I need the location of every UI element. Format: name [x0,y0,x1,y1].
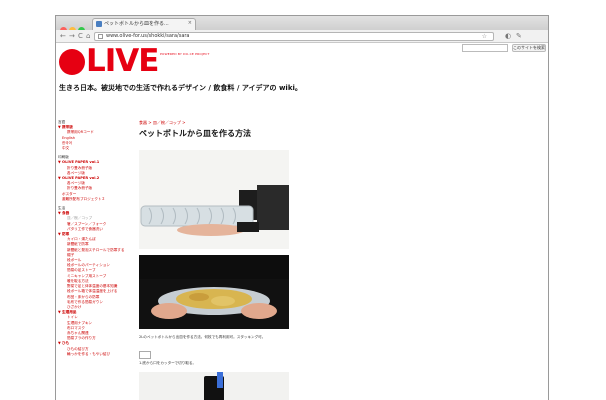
sidebar-link[interactable]: 輪っかを作る・もやい結び [58,352,138,357]
address-bar[interactable]: www.olive-for.us/shokki/sara/sara ☆ [94,32,494,41]
broken-image-icon [139,351,151,359]
wrench-menu-icon[interactable]: ✎ [516,31,522,41]
site-tagline: 生きろ日本。被災地での生活で作れるデザイン / 飲食料 / アイデアの wiki… [59,84,302,92]
photo-plate-with-food [139,255,289,329]
powered-by-text: POWERED BY DO-CE PROJECT [160,52,210,56]
reload-icon[interactable]: C [78,32,83,40]
logo-o-circle [59,49,85,75]
breadcrumb[interactable]: 食器 > 皿／椀／コップ > [139,120,439,126]
url-text: www.olive-for.us/shokki/sara/sara [106,33,190,39]
back-arrow-icon[interactable]: ← [60,32,66,40]
extension-icon[interactable]: ◐ [505,31,511,41]
sidebar-link[interactable]: 避難所配布プロジェクト２ [58,197,138,202]
forward-arrow-icon[interactable]: → [69,32,75,40]
photo-caption: 2Lのペットボトルから出皿を作る方法。何枚でも再利用可。スタッキング可。 [139,335,266,339]
page-title: ペットボトルから皿を作る方法 [139,129,251,138]
photo-cutting-bottle [139,372,289,400]
tab-bar: ペットボトルから皿を作る... × [56,16,548,34]
browser-tab[interactable]: ペットボトルから皿を作る... × [92,18,196,30]
bookmark-star-icon[interactable]: ☆ [482,33,487,40]
site-search-input[interactable] [462,44,508,52]
site-search-button[interactable]: このサイトを検索 [512,44,546,52]
site-logo[interactable]: LIVE [86,45,159,77]
browser-toolbar: ← → C ⌂ www.olive-for.us/shokki/sara/sar… [56,30,548,43]
page-icon [98,34,103,39]
sidebar-link[interactable]: 中文 [58,146,138,151]
photo-bottle-plate [139,150,289,249]
home-icon[interactable]: ⌂ [86,32,90,40]
favicon-icon [96,21,102,27]
tab-close-icon[interactable]: × [188,20,192,26]
browser-window: ペットボトルから皿を作る... × ← → C ⌂ www.olive-for.… [55,15,549,400]
page-content: LIVE POWERED BY DO-CE PROJECT このサイトを検索 生… [56,43,548,400]
main-content: 食器 > 皿／椀／コップ > ペットボトルから皿を作る方法 [139,120,439,139]
step-1-text: 1.底から口をカッターで切り取る。 [139,361,197,365]
tab-title: ペットボトルから皿を作る... [104,21,169,27]
sidebar-nav: 言語 ▼ 携帯版 携帯用QRコード English 한국어 中文 印刷版 ▼ OLIVE PA… [58,120,138,357]
